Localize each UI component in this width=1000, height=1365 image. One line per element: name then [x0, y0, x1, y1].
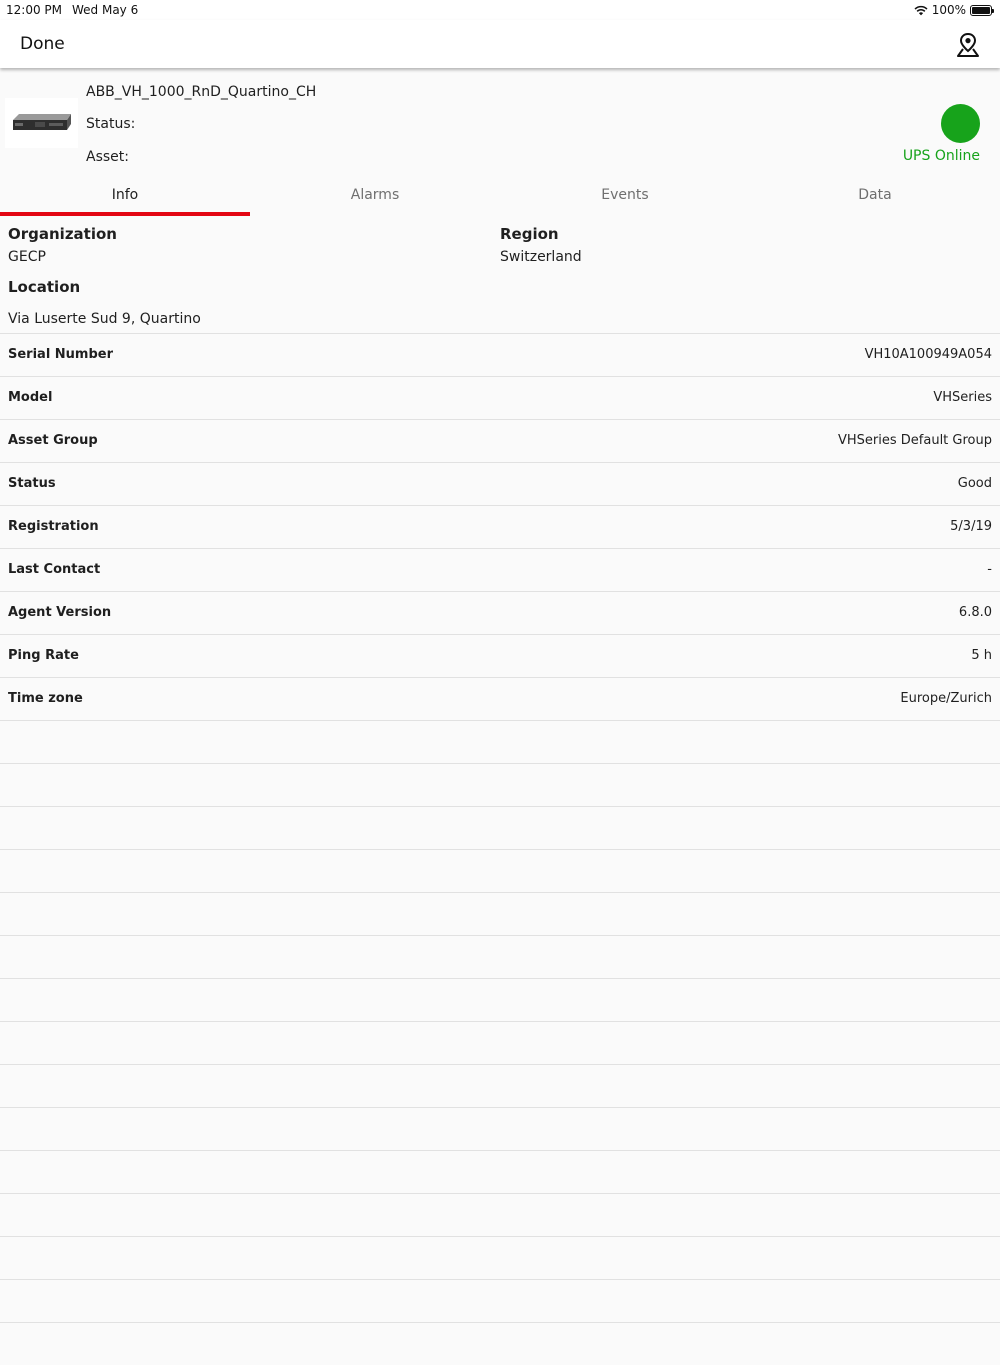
battery-percent: 100%	[931, 3, 966, 17]
detail-row-ping-rate: Ping Rate 5 h	[0, 634, 1000, 677]
detail-value: VH10A100949A054	[864, 347, 992, 362]
location-heading: Location	[8, 278, 81, 296]
empty-row	[0, 1236, 1000, 1279]
organization-heading: Organization	[8, 225, 117, 243]
organization-value: GECP	[8, 249, 46, 265]
detail-row-time-zone: Time zone Europe/Zurich	[0, 677, 1000, 720]
location-value: Via Luserte Sud 9, Quartino	[8, 311, 201, 327]
detail-label: Registration	[8, 519, 99, 534]
detail-row-asset-group: Asset Group VHSeries Default Group	[0, 419, 1000, 462]
empty-row	[0, 1322, 1000, 1365]
nav-bar: Done	[0, 20, 1000, 68]
empty-row	[0, 892, 1000, 935]
detail-row-model: Model VHSeries	[0, 376, 1000, 419]
tab-bar: Info Alarms Events Data	[0, 180, 1000, 216]
detail-label: Model	[8, 390, 53, 405]
empty-row	[0, 849, 1000, 892]
detail-value: 6.8.0	[958, 605, 992, 620]
status-time: 12:00 PM	[6, 3, 62, 17]
device-thumbnail	[5, 98, 78, 148]
status-indicator-dot	[941, 104, 980, 143]
detail-value: Good	[957, 476, 992, 491]
battery-icon	[970, 4, 994, 16]
empty-row	[0, 978, 1000, 1021]
tab-info[interactable]: Info	[0, 180, 250, 216]
device-state-text: UPS Online	[902, 148, 980, 164]
detail-row-agent-version: Agent Version 6.8.0	[0, 591, 1000, 634]
detail-value: Europe/Zurich	[900, 691, 992, 706]
device-status-label: Status:	[86, 116, 136, 132]
empty-row	[0, 1150, 1000, 1193]
detail-label: Ping Rate	[8, 648, 79, 663]
tab-alarms[interactable]: Alarms	[250, 180, 500, 216]
detail-label: Asset Group	[8, 433, 98, 448]
wifi-icon	[914, 5, 928, 15]
detail-value: -	[987, 562, 992, 577]
status-date: Wed May 6	[72, 3, 139, 17]
detail-value: VHSeries Default Group	[838, 433, 992, 448]
done-button[interactable]: Done	[20, 34, 65, 54]
device-asset-label: Asset:	[86, 149, 129, 165]
empty-row	[0, 763, 1000, 806]
detail-label: Agent Version	[8, 605, 112, 620]
detail-row-serial-number: Serial Number VH10A100949A054	[0, 333, 1000, 376]
status-bar-left: 12:00 PM Wed May 6	[6, 3, 138, 17]
empty-row	[0, 1107, 1000, 1150]
detail-value: VHSeries	[933, 390, 992, 405]
detail-label: Last Contact	[8, 562, 101, 577]
status-bar: 12:00 PM Wed May 6 100%	[0, 0, 1000, 20]
detail-label: Serial Number	[8, 347, 114, 362]
empty-row	[0, 1193, 1000, 1236]
ups-device-image	[13, 114, 71, 130]
empty-row	[0, 720, 1000, 763]
empty-row	[0, 935, 1000, 978]
status-bar-right: 100%	[914, 3, 994, 17]
empty-row	[0, 1064, 1000, 1107]
empty-row	[0, 1279, 1000, 1322]
region-heading: Region	[500, 225, 559, 243]
details-list: Serial Number VH10A100949A054 Model VHSe…	[0, 333, 1000, 1365]
detail-value: 5 h	[971, 648, 992, 663]
detail-label: Status	[8, 476, 56, 491]
device-name: ABB_VH_1000_RnD_Quartino_CH	[86, 84, 317, 100]
tab-events[interactable]: Events	[500, 180, 750, 216]
detail-row-last-contact: Last Contact -	[0, 548, 1000, 591]
tab-data[interactable]: Data	[750, 180, 1000, 216]
device-header: ABB_VH_1000_RnD_Quartino_CH Status: Asse…	[0, 70, 1000, 180]
map-pin-icon[interactable]	[956, 32, 980, 58]
detail-row-registration: Registration 5/3/19	[0, 505, 1000, 548]
region-value: Switzerland	[500, 249, 582, 265]
detail-value: 5/3/19	[950, 519, 992, 534]
detail-label: Time zone	[8, 691, 83, 706]
empty-row	[0, 1021, 1000, 1064]
detail-row-status: Status Good	[0, 462, 1000, 505]
empty-row	[0, 806, 1000, 849]
